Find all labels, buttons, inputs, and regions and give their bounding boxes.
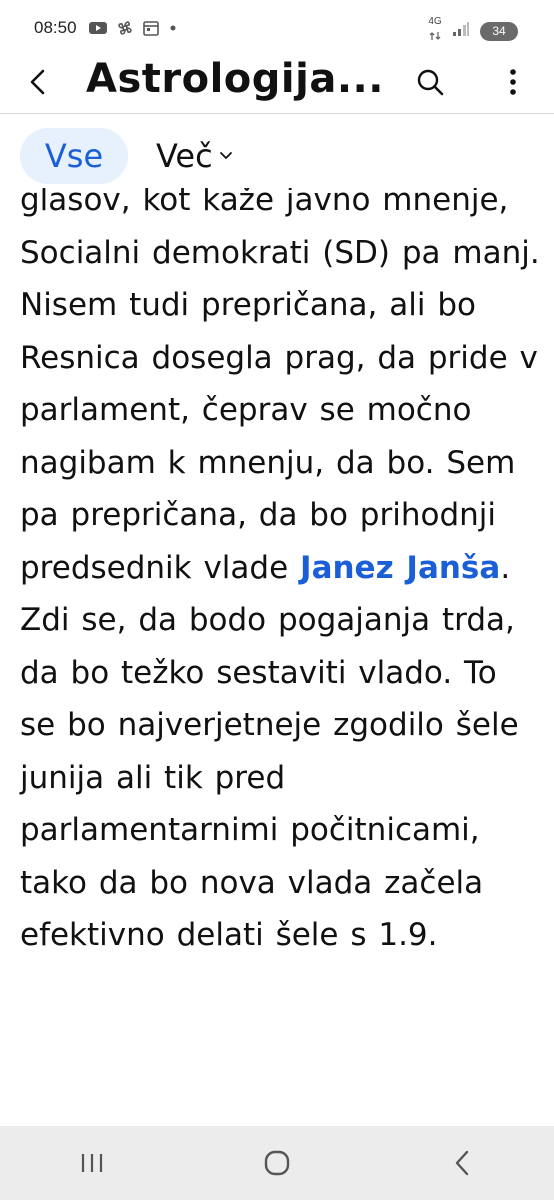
network-type: 4G [428,16,442,27]
tab-more[interactable]: Več [156,128,233,184]
back-button[interactable] [18,62,58,102]
battery-level: 34 [492,24,506,38]
youtube-icon [88,20,108,36]
status-bar: 08:50 4G 34 [0,0,554,56]
page-title: Astrologija... [86,56,384,102]
post-text-before: glasov, kot kaže javno mnenje, Socialni … [20,182,540,586]
post-content: glasov, kot kaže javno mnenje, Socialni … [0,180,554,1125]
back-arrow-icon [30,69,45,95]
notification-icons [88,19,178,37]
back-icon [455,1150,468,1176]
post-text: glasov, kot kaže javno mnenje, Socialni … [20,180,540,962]
post-text-after: . Zdi se, da bodo pogajanja trda, da bo … [20,549,519,954]
network-arrows-icon: 4G [428,17,442,45]
pinwheel-icon [116,19,134,37]
calendar-icon [142,19,160,37]
more-options-button[interactable] [493,62,533,102]
more-vertical-icon [510,69,516,95]
filter-tabs: Vse Več [0,114,554,188]
signal-icon [452,21,470,41]
home-icon [264,1150,290,1176]
battery-icon: 34 [480,21,518,41]
home-button[interactable] [247,1133,307,1193]
app-bar: Astrologija... [0,56,554,112]
status-time: 08:50 [34,18,77,37]
navigation-bar [0,1126,554,1200]
recent-apps-button[interactable] [62,1133,122,1193]
dot-icon [168,23,178,33]
system-back-button[interactable] [432,1133,492,1193]
recent-apps-icon [82,1154,103,1172]
system-icons: 4G 34 [428,17,518,45]
tab-all[interactable]: Vse [20,128,128,184]
search-icon [417,69,444,96]
tab-all-label: Vse [44,137,104,175]
chevron-down-icon [219,152,232,159]
tab-more-label: Več [156,137,213,175]
mention-link[interactable]: Janez Janša [300,550,500,586]
search-button[interactable] [410,62,450,102]
